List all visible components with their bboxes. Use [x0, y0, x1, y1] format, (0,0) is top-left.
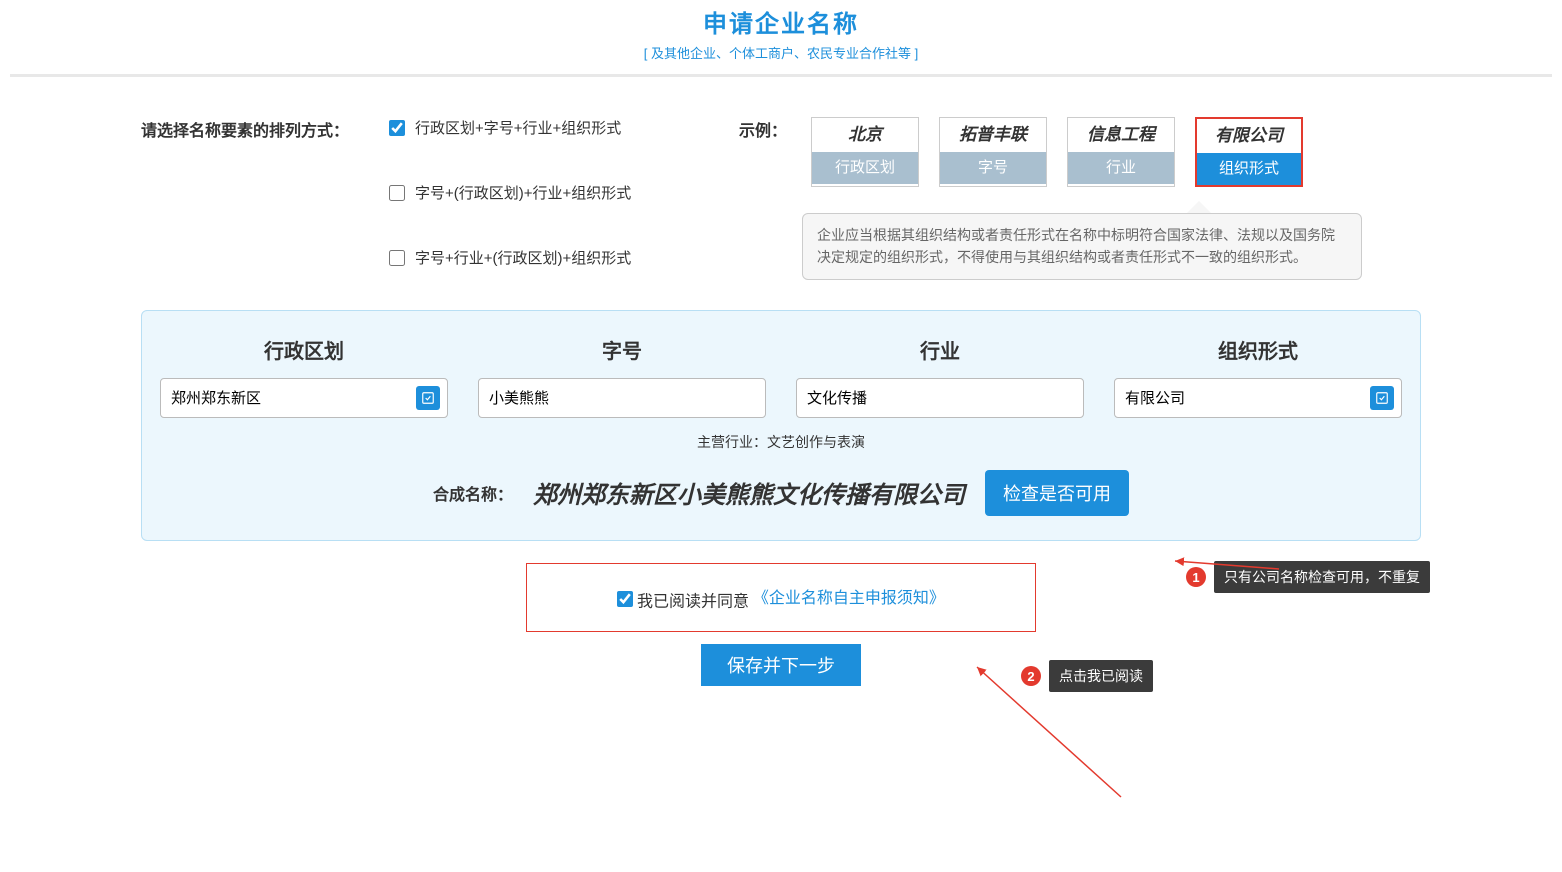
arrange-option-text: 字号+行业+(行政区划)+组织形式	[415, 247, 631, 268]
tooltip-caret-icon	[1187, 201, 1211, 213]
main-container: 请选择名称要素的排列方式： 行政区划+字号+行业+组织形式 字号+(行政区划)+…	[141, 77, 1421, 686]
compose-row: 合成名称： 郑州郑东新区小美熊熊文化传播有限公司 检查是否可用	[160, 470, 1402, 516]
example-box-org[interactable]: 有限公司 组织形式	[1195, 117, 1303, 187]
agree-box: 我已阅读并同意 《企业名称自主申报须知》	[526, 563, 1036, 632]
col-brand: 字号	[478, 335, 766, 418]
example-box-top: 北京	[812, 118, 918, 152]
industry-hint: 主营行业：文艺创作与表演	[160, 432, 1402, 452]
compose-name: 郑州郑东新区小美熊熊文化传播有限公司	[533, 475, 965, 510]
field-label: 行政区划	[160, 335, 448, 364]
col-industry: 行业	[796, 335, 1084, 418]
example-tooltip: 企业应当根据其组织结构或者责任形式在名称中标明符合国家法律、法规以及国务院决定规…	[802, 213, 1362, 280]
agree-link[interactable]: 《企业名称自主申报须知》	[753, 590, 945, 607]
arrange-option-3[interactable]: 字号+行业+(行政区划)+组织形式	[389, 247, 699, 268]
annotation-tip-2: 点击我已阅读	[1049, 660, 1153, 692]
arrange-option-text: 字号+(行政区划)+行业+组织形式	[415, 182, 631, 203]
example-section: 示例： 北京 行政区划 拓普丰联 字号 信息工程 行业 有限	[739, 117, 1421, 280]
arrange-options: 行政区划+字号+行业+组织形式 字号+(行政区划)+行业+组织形式 字号+行业+…	[389, 117, 699, 268]
arrange-option-1[interactable]: 行政区划+字号+行业+组织形式	[389, 117, 699, 138]
arrangement-row: 请选择名称要素的排列方式： 行政区划+字号+行业+组织形式 字号+(行政区划)+…	[141, 117, 1421, 280]
example-box-bot: 行政区划	[812, 152, 918, 184]
example-box-region[interactable]: 北京 行政区划	[811, 117, 919, 187]
save-button[interactable]: 保存并下一步	[701, 644, 861, 686]
annotation-badge-2: 2	[1021, 666, 1041, 686]
select-icon[interactable]	[1370, 386, 1394, 410]
example-label: 示例：	[739, 117, 787, 141]
example-box-top: 拓普丰联	[940, 118, 1046, 152]
example-box-top: 信息工程	[1068, 118, 1174, 152]
name-panel: 行政区划 字号 行业 组	[141, 310, 1421, 541]
org-input[interactable]	[1114, 378, 1402, 418]
annotation-1: 1 只有公司名称检查可用，不重复	[1186, 561, 1430, 593]
field-label: 字号	[478, 335, 766, 364]
field-label: 组织形式	[1114, 335, 1402, 364]
example-box-top: 有限公司	[1197, 119, 1301, 153]
brand-input[interactable]	[478, 378, 766, 418]
col-org: 组织形式	[1114, 335, 1402, 418]
agree-checkbox[interactable]	[617, 591, 633, 607]
example-boxes: 北京 行政区划 拓普丰联 字号 信息工程 行业 有限公司 组织形式	[811, 117, 1303, 187]
arrange-option-2[interactable]: 字号+(行政区划)+行业+组织形式	[389, 182, 699, 203]
field-columns: 行政区划 字号 行业 组	[160, 335, 1402, 418]
select-icon[interactable]	[416, 386, 440, 410]
annotation-tip-1: 只有公司名称检查可用，不重复	[1214, 561, 1430, 593]
arrange-checkbox-3[interactable]	[389, 250, 405, 266]
col-region: 行政区划	[160, 335, 448, 418]
example-box-bot: 组织形式	[1197, 153, 1301, 185]
page-subtitle: [ 及其他企业、个体工商户、农民专业合作社等 ]	[10, 43, 1552, 62]
arrange-checkbox-2[interactable]	[389, 185, 405, 201]
example-box-bot: 字号	[940, 152, 1046, 184]
example-box-industry[interactable]: 信息工程 行业	[1067, 117, 1175, 187]
field-label: 行业	[796, 335, 1084, 364]
agree-text: 我已阅读并同意	[637, 593, 749, 610]
arrange-label: 请选择名称要素的排列方式：	[141, 117, 349, 141]
page-title: 申请企业名称	[10, 4, 1552, 39]
example-box-brand[interactable]: 拓普丰联 字号	[939, 117, 1047, 187]
region-input[interactable]	[160, 378, 448, 418]
annotation-2: 2 点击我已阅读	[1021, 660, 1153, 692]
arrange-checkbox-1[interactable]	[389, 120, 405, 136]
check-button[interactable]: 检查是否可用	[985, 470, 1129, 516]
arrange-option-text: 行政区划+字号+行业+组织形式	[415, 117, 621, 138]
page-header: 申请企业名称 [ 及其他企业、个体工商户、农民专业合作社等 ]	[10, 0, 1552, 77]
compose-label: 合成名称：	[433, 481, 513, 505]
annotation-badge-1: 1	[1186, 567, 1206, 587]
industry-input[interactable]	[796, 378, 1084, 418]
example-box-bot: 行业	[1068, 152, 1174, 184]
